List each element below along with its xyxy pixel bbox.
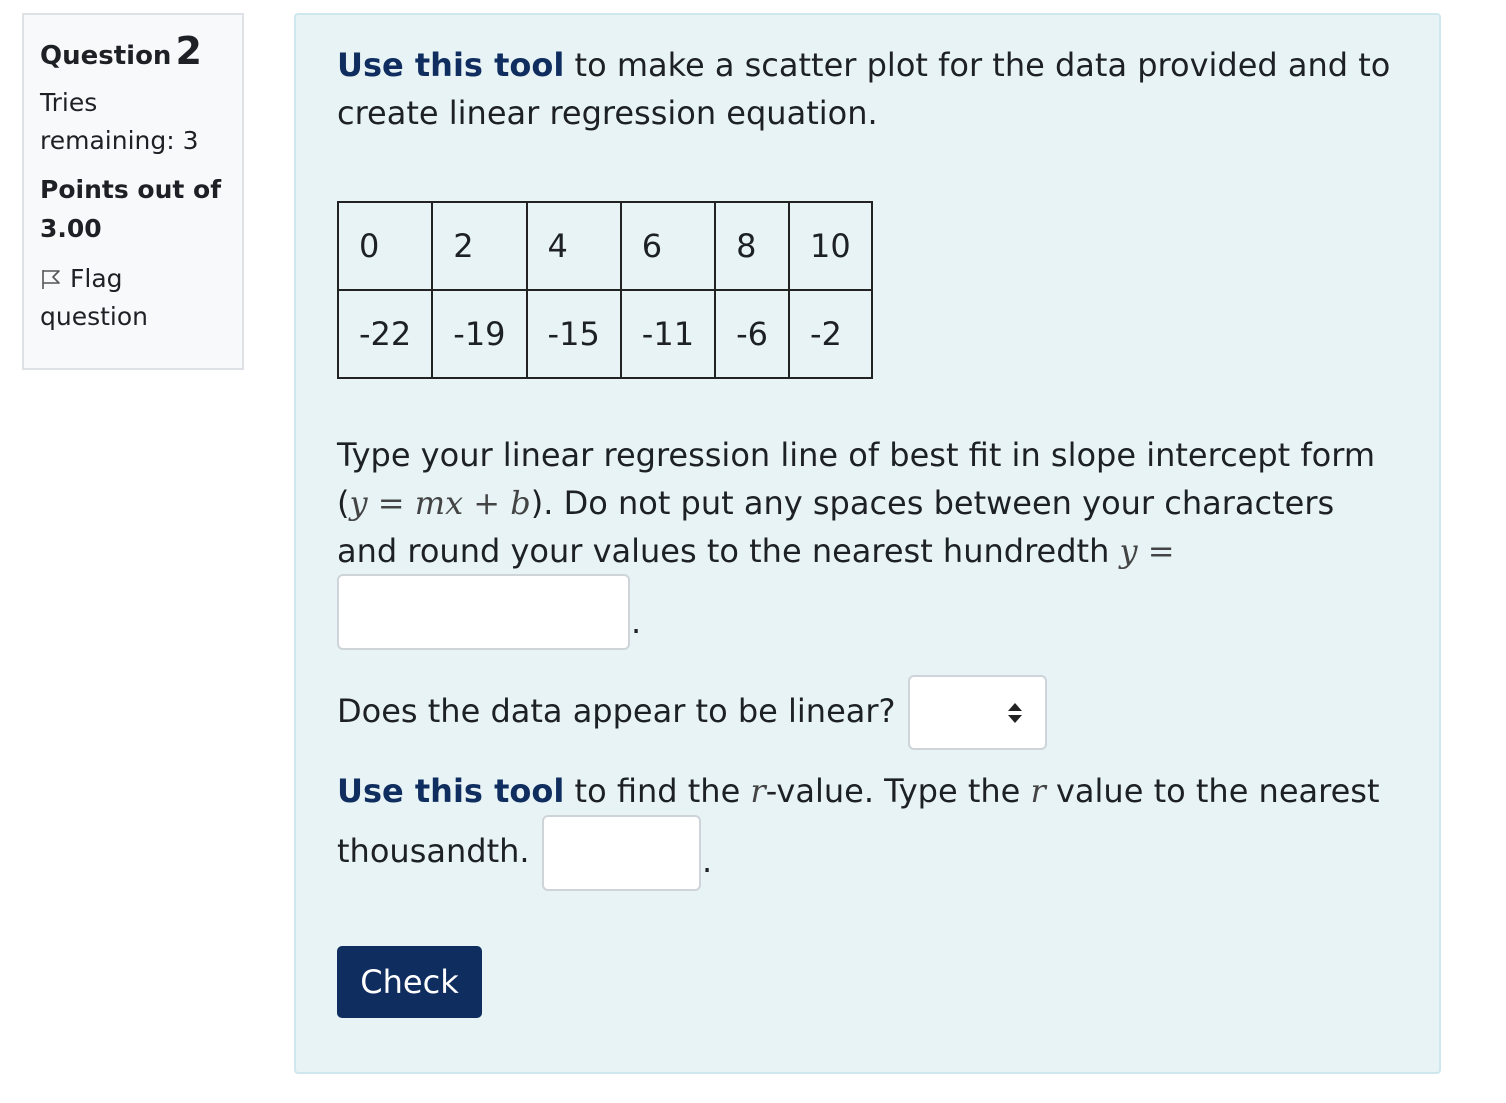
table-cell: 6 [619,201,717,291]
data-table: 0 2 4 6 8 10 -22 -19 -15 -11 -6 -2 [336,201,873,379]
flag-icon [40,263,62,289]
table-row-y: -22 -19 -15 -11 -6 -2 [336,289,873,379]
linear-question: Does the data appear to be linear? [337,692,896,730]
math-y: y [349,484,368,522]
math-equals-tail: = [1137,532,1175,570]
question-title: Question 2 [40,32,226,74]
table-cell: 2 [431,201,528,291]
points-out-of: Points out of 3.00 [40,175,222,243]
math-y-tail: y [1119,532,1138,570]
table-cell: -11 [619,289,717,379]
tries-remaining: Tries remaining: 3 [40,88,199,155]
check-button[interactable]: Check [337,946,482,1018]
period: . [702,842,713,880]
math-x: x [445,484,464,522]
scatter-plot-tool-link[interactable]: Use this tool [337,46,564,84]
table-cell: -19 [431,289,528,379]
table-cell: 4 [525,201,622,291]
r-text-3: value to the nearest [1045,772,1380,810]
table-cell: 0 [336,201,434,291]
period: . [631,603,642,641]
table-cell: -6 [714,289,790,379]
question-info-panel: Question 2 Tries remaining: 3 Points out … [22,13,244,370]
table-cell: -2 [787,289,873,379]
table-cell: 8 [714,201,790,291]
slope-intercept-formula: y = mx + b [349,484,530,522]
linear-answer-select[interactable] [908,675,1047,750]
question-intro: Use this tool to make a scatter plot for… [337,41,1399,137]
r-text-4: thousandth. [337,832,530,870]
math-equals: = [367,484,415,522]
math-b: b [510,484,531,522]
question-content: Use this tool to make a scatter plot for… [294,13,1441,1074]
math-plus: + [463,484,511,522]
y-equals-label: y = [1120,532,1175,570]
r-value-input[interactable] [542,815,701,891]
table-cell: -22 [336,289,434,379]
table-row-x: 0 2 4 6 8 10 [336,201,873,291]
table-cell: 10 [787,201,873,291]
question-number: 2 [175,29,202,73]
regression-equation-input[interactable] [337,574,630,650]
r-text-1: to find the [564,772,751,810]
r-value-tool-link[interactable]: Use this tool [337,772,564,810]
table-cell: -15 [525,289,622,379]
math-r-2: r [1030,772,1046,810]
r-value-instructions: Use this tool to find the r-value. Type … [337,767,1399,815]
question-label: Question [40,41,172,71]
select-arrows-icon [1007,701,1023,725]
r-text-2: -value. Type the [765,772,1031,810]
math-r: r [750,772,766,810]
flag-question-link[interactable]: Flag question [40,260,226,336]
regression-instructions: Type your linear regression line of best… [337,431,1399,575]
math-m: m [414,484,446,522]
